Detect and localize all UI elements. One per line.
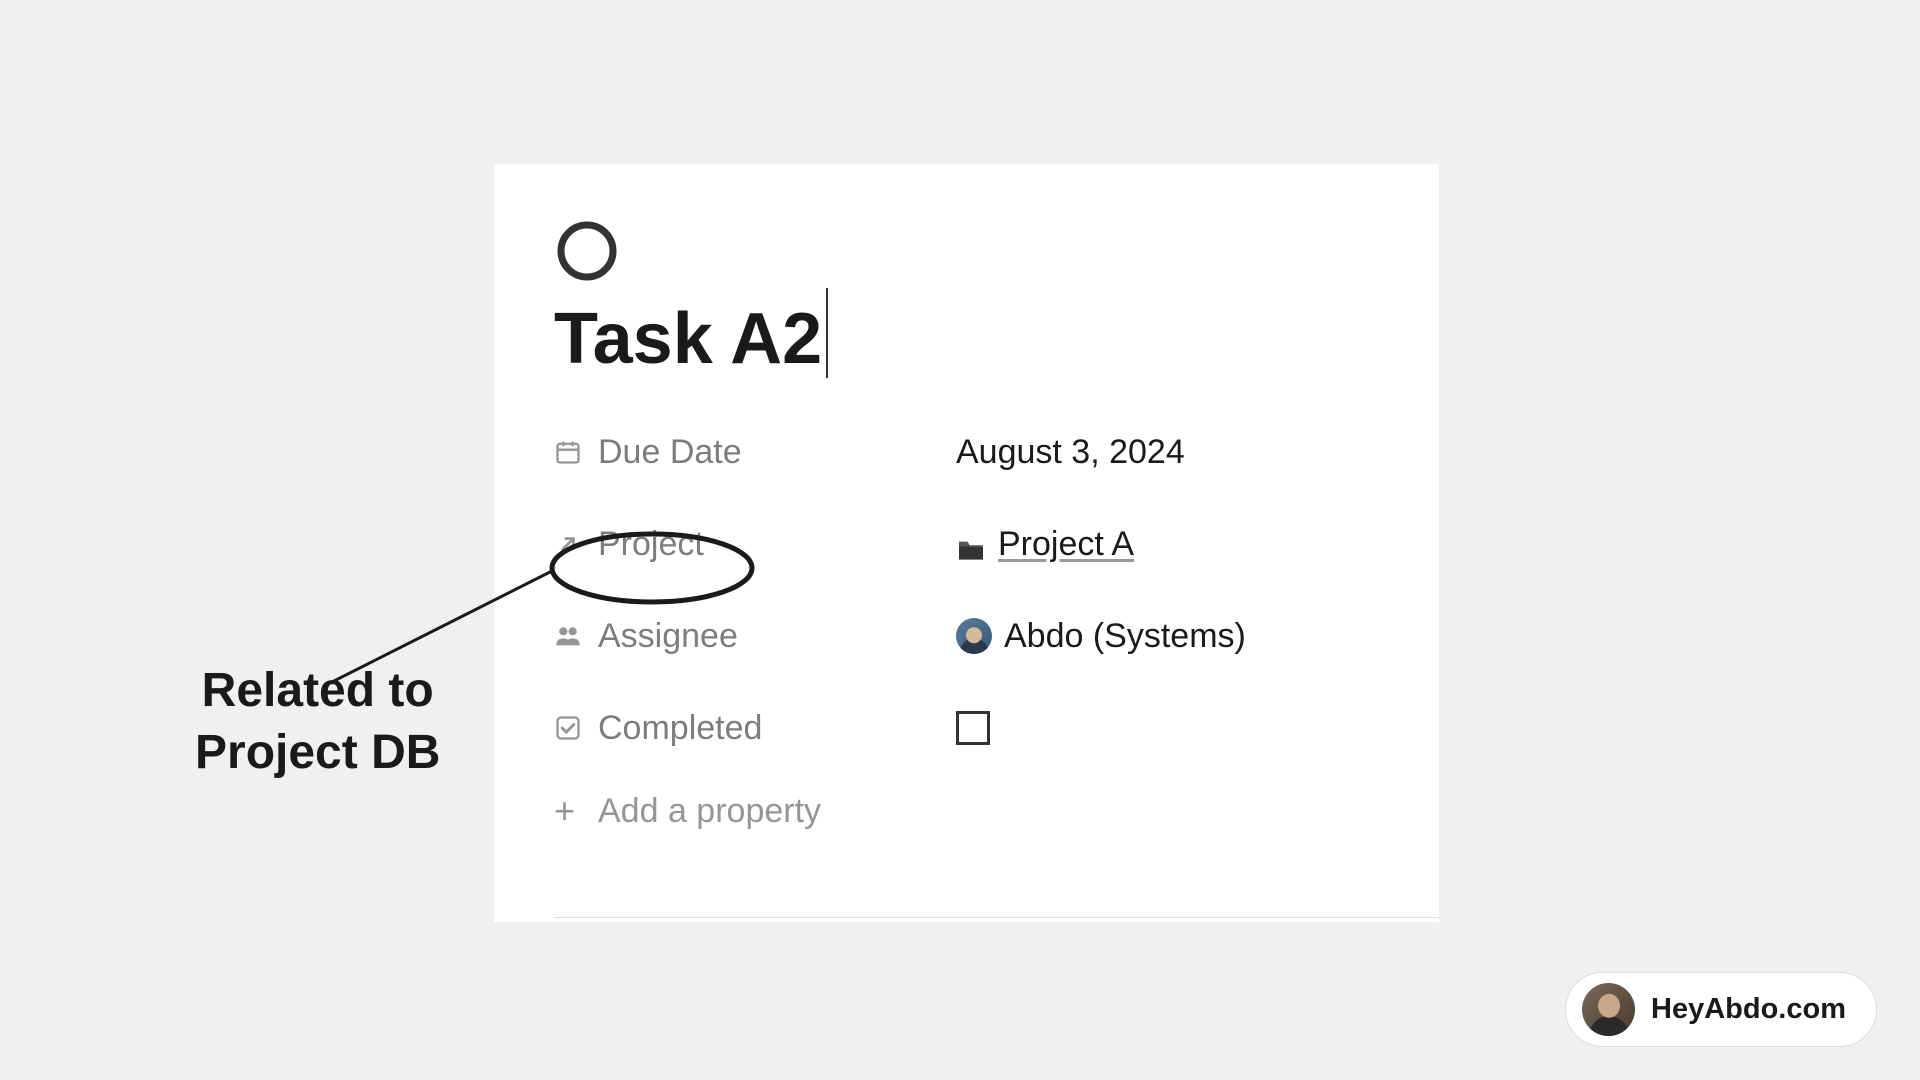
page-icon-empty-circle[interactable] (556, 220, 618, 282)
text-cursor (826, 288, 828, 378)
project-label: Project (598, 525, 704, 564)
annotation-text: Related to Project DB (195, 660, 440, 785)
property-row-assignee: Assignee Abdo (Systems) (554, 606, 1379, 666)
property-label-wrap[interactable]: Completed (554, 709, 956, 748)
folder-icon (956, 532, 986, 556)
checkbox-property-icon (554, 714, 582, 742)
completed-value[interactable] (956, 711, 990, 745)
page-title[interactable]: Task A2 (554, 298, 822, 380)
project-value-text: Project A (998, 525, 1134, 564)
project-value[interactable]: Project A (956, 525, 1134, 564)
property-row-due-date: Due Date August 3, 2024 (554, 422, 1379, 482)
property-row-completed: Completed (554, 698, 1379, 758)
plus-icon: + (554, 790, 582, 832)
calendar-icon (554, 438, 582, 466)
property-label-wrap[interactable]: Project (554, 525, 956, 564)
watermark-text: HeyAbdo.com (1651, 993, 1846, 1026)
watermark-badge[interactable]: HeyAbdo.com (1565, 972, 1877, 1047)
checkbox-unchecked[interactable] (956, 711, 990, 745)
property-label-wrap[interactable]: Assignee (554, 617, 956, 656)
assignee-label: Assignee (598, 617, 738, 656)
add-property-label: Add a property (598, 792, 821, 831)
completed-label: Completed (598, 709, 762, 748)
divider (554, 917, 1439, 918)
watermark-avatar (1582, 983, 1635, 1036)
property-row-project: Project Project A (554, 514, 1379, 574)
people-icon (554, 622, 582, 650)
relation-arrow-icon (554, 530, 582, 558)
avatar (956, 618, 992, 654)
task-page-card: Task A2 Due Date August 3, 2024 (494, 164, 1439, 922)
assignee-value-text: Abdo (Systems) (1004, 617, 1246, 656)
properties-list: Due Date August 3, 2024 Project (554, 422, 1379, 832)
assignee-value[interactable]: Abdo (Systems) (956, 617, 1246, 656)
annotation-line-2: Project DB (195, 726, 440, 779)
due-date-value[interactable]: August 3, 2024 (956, 433, 1185, 472)
annotation-line-1: Related to (202, 664, 434, 717)
page-title-text: Task A2 (554, 299, 822, 379)
due-date-label: Due Date (598, 433, 742, 472)
property-label-wrap[interactable]: Due Date (554, 433, 956, 472)
add-property-button[interactable]: + Add a property (554, 790, 1379, 832)
